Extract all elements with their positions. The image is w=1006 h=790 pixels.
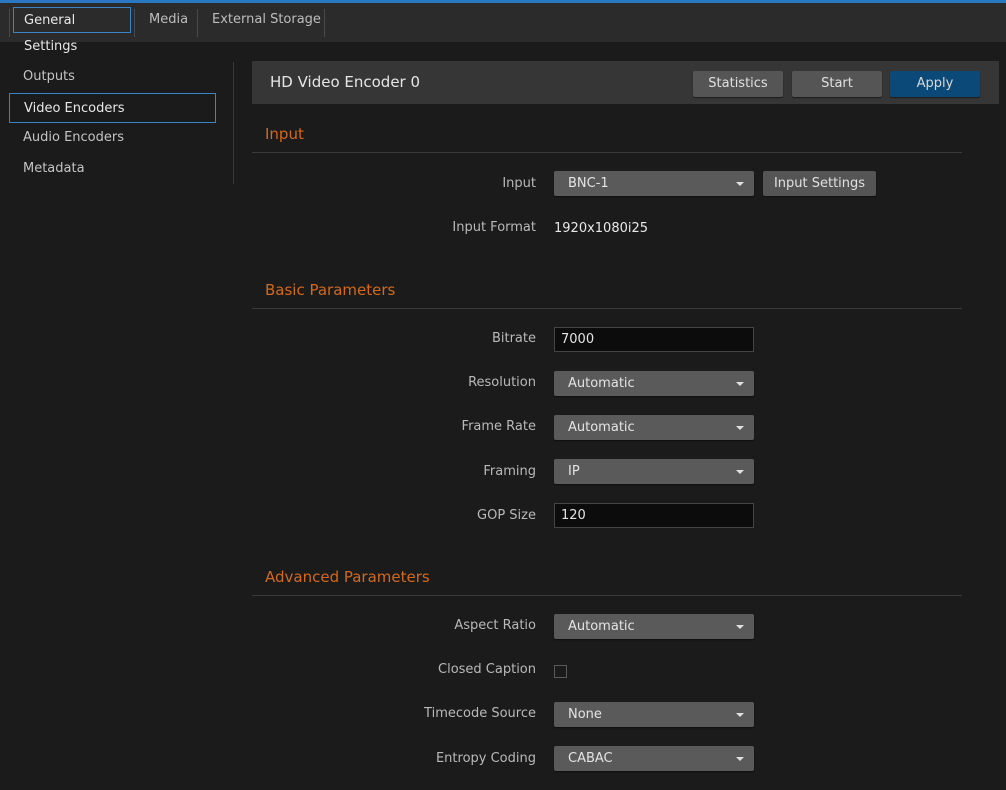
input-format-label: Input Format [452,220,536,235]
closed-caption-checkbox[interactable] [554,665,567,678]
sidebar-item-metadata[interactable]: Metadata [9,154,216,184]
input-label: Input [502,176,536,191]
chevron-down-icon [736,757,744,761]
section-divider [252,308,962,309]
frame-rate-label: Frame Rate [461,419,536,434]
tab-divider [324,9,325,37]
encoder-header: HD Video Encoder 0 Statistics Start Appl… [252,61,999,104]
input-select[interactable]: BNC-1 [554,171,754,196]
input-select-value: BNC-1 [568,176,609,191]
resolution-select[interactable]: Automatic [554,371,754,396]
section-divider [252,595,962,596]
gop-size-label: GOP Size [477,508,536,523]
chevron-down-icon [736,182,744,186]
resolution-label: Resolution [468,375,536,390]
sidebar-item-outputs[interactable]: Outputs [9,62,216,92]
frame-rate-select-value: Automatic [568,420,635,435]
input-settings-button[interactable]: Input Settings [763,171,876,196]
chevron-down-icon [736,625,744,629]
chevron-down-icon [736,426,744,430]
timecode-source-select-value: None [568,707,602,722]
sidebar-item-audio-encoders[interactable]: Audio Encoders [9,123,216,153]
section-title-input: Input [265,125,304,143]
timecode-source-select[interactable]: None [554,702,754,727]
tab-divider [197,9,198,37]
tab-media[interactable]: Media [139,7,198,33]
statistics-button[interactable]: Statistics [693,71,783,97]
aspect-ratio-label: Aspect Ratio [454,618,536,633]
gop-size-input[interactable]: 120 [554,503,754,528]
closed-caption-label: Closed Caption [438,662,536,677]
chevron-down-icon [736,713,744,717]
entropy-coding-label: Entropy Coding [435,751,536,766]
frame-rate-select[interactable]: Automatic [554,415,754,440]
aspect-ratio-select[interactable]: Automatic [554,614,754,639]
apply-button[interactable]: Apply [890,71,980,97]
sidebar-item-video-encoders[interactable]: Video Encoders [9,93,216,123]
framing-select-value: IP [568,464,580,479]
bitrate-label: Bitrate [491,331,536,346]
tab-general-settings[interactable]: General Settings [13,7,131,54]
tab-divider [134,9,135,37]
framing-select[interactable]: IP [554,459,754,484]
input-format-value: 1920x1080i25 [554,221,649,236]
entropy-coding-select[interactable]: CABAC [554,746,754,771]
page-title: HD Video Encoder 0 [270,73,421,91]
chevron-down-icon [736,470,744,474]
resolution-select-value: Automatic [568,376,635,391]
tab-divider [9,9,10,37]
timecode-source-label: Timecode Source [424,706,536,721]
tab-bar: General Settings Media External Storage [0,3,1006,54]
sidebar-divider [233,62,234,184]
section-title-basic-parameters: Basic Parameters [265,281,396,299]
tab-external-storage[interactable]: External Storage [202,7,331,33]
aspect-ratio-select-value: Automatic [568,619,635,634]
entropy-coding-select-value: CABAC [568,751,613,766]
bitrate-input[interactable]: 7000 [554,327,754,352]
section-divider [252,152,962,153]
start-button[interactable]: Start [792,71,882,97]
framing-label: Framing [483,464,536,479]
chevron-down-icon [736,382,744,386]
section-title-advanced-parameters: Advanced Parameters [265,568,430,586]
